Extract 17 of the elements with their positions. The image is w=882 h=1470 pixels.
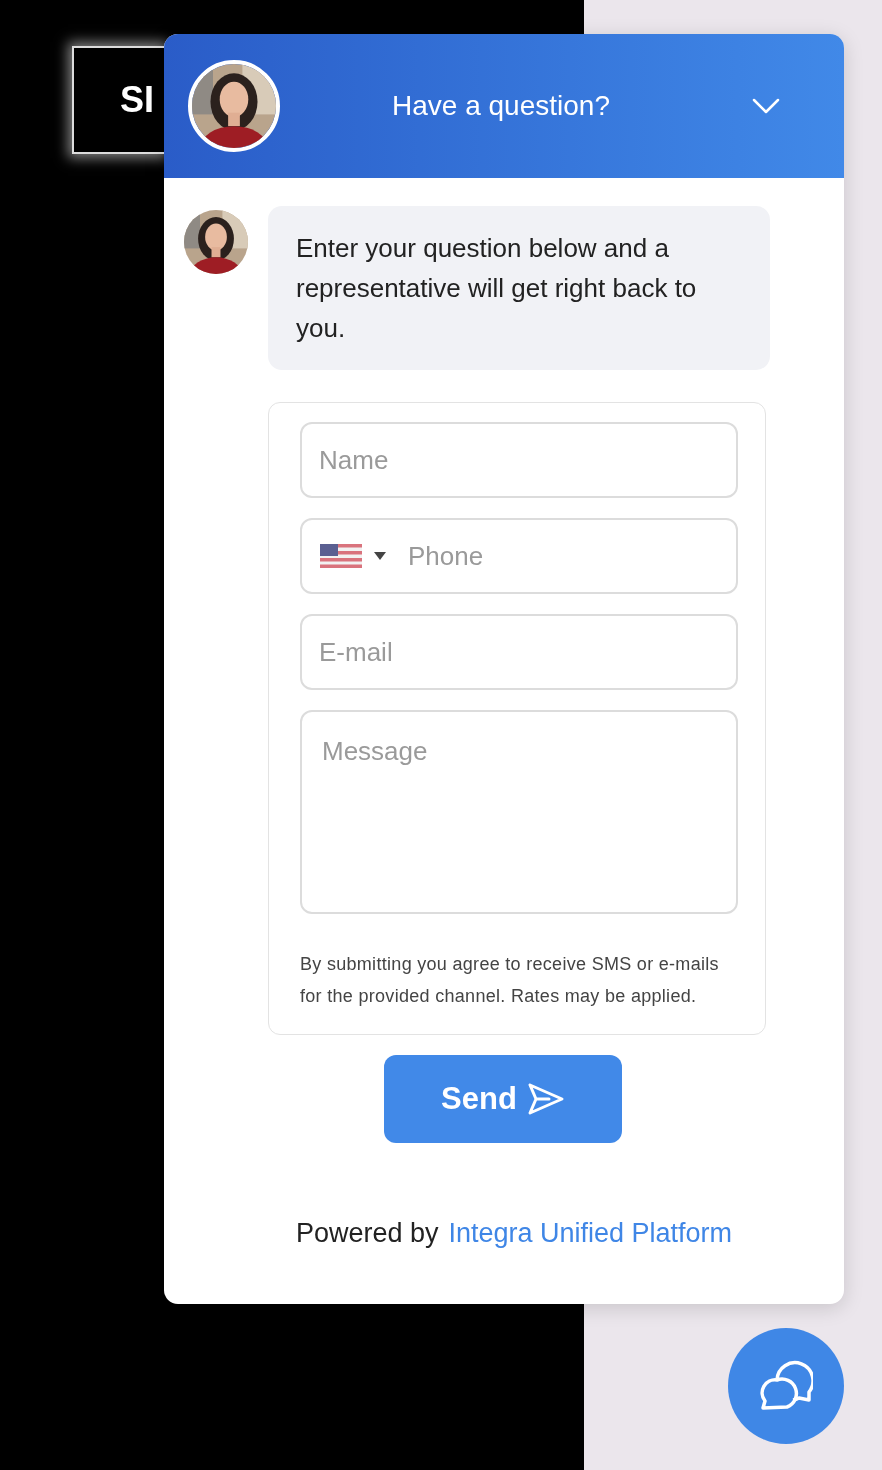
chevron-down-icon[interactable] <box>752 98 780 114</box>
chat-title: Have a question? <box>391 89 611 123</box>
input-field[interactable]: E-mail <box>300 614 738 690</box>
phone-field[interactable]: Phone <box>300 518 738 594</box>
input-field[interactable]: Name <box>300 422 738 498</box>
flag-icon[interactable] <box>320 544 362 568</box>
message-bubble: Enter your question below and a representative will get right back to you. <box>268 206 770 370</box>
dropdown-caret-icon[interactable] <box>374 552 386 560</box>
sign-button[interactable]: SI <box>72 46 164 154</box>
chat-bubbles-icon <box>759 1360 813 1412</box>
phone-number-input[interactable]: Phone <box>408 536 718 576</box>
send-icon <box>526 1082 565 1116</box>
powered-by-text: Powered by <box>295 1217 439 1250</box>
send-button[interactable]: Send <box>384 1055 622 1143</box>
platform-link[interactable]: Integra Unified Platform <box>448 1213 733 1254</box>
message-field[interactable]: Message <box>300 710 738 914</box>
consent-text: By submitting you agree to receive SMS or e-mails for the provided channel. Rates may be applied. <box>300 953 720 1008</box>
